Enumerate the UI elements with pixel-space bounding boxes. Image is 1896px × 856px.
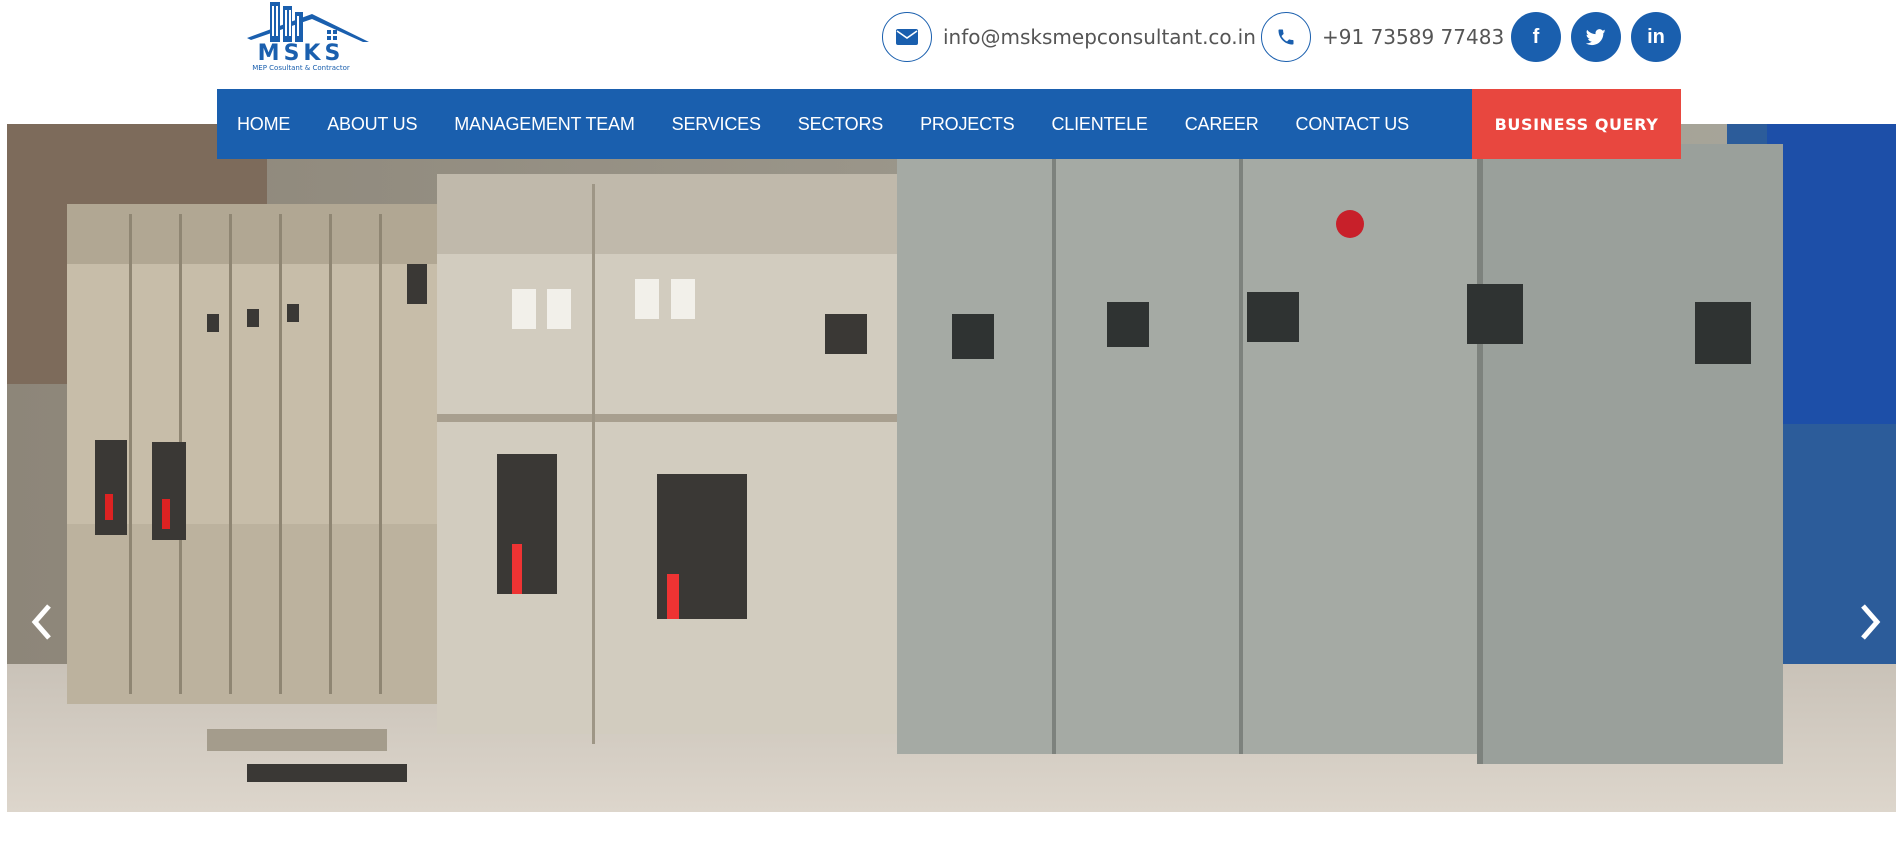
chevron-right-icon[interactable] <box>1851 592 1891 652</box>
email-contact[interactable]: info@msksmepconsultant.co.in <box>882 12 1256 62</box>
phone-icon <box>1261 12 1311 62</box>
hero-image <box>7 124 1896 812</box>
nav-item-sectors[interactable]: SECTORS <box>798 114 883 135</box>
logo-tagline: MEP Cosultant & Contractor <box>252 64 350 72</box>
social-links: f in <box>1511 12 1681 62</box>
business-query-button[interactable]: BUSINESS QUERY <box>1472 89 1681 159</box>
nav-item-projects[interactable]: PROJECTS <box>920 114 1015 135</box>
phone-contact[interactable]: +91 73589 77483 <box>1261 12 1504 62</box>
phone-number[interactable]: +91 73589 77483 <box>1322 25 1504 49</box>
nav-item-services[interactable]: SERVICES <box>672 114 761 135</box>
site-logo[interactable]: MSKS MEP Cosultant & Contractor <box>217 0 387 74</box>
nav-item-clientele[interactable]: CLIENTELE <box>1051 114 1147 135</box>
linkedin-icon[interactable]: in <box>1631 12 1681 62</box>
chevron-left-icon[interactable] <box>21 592 61 652</box>
hero-slider <box>7 124 1896 812</box>
nav-item-management-team[interactable]: MANAGEMENT TEAM <box>454 114 635 135</box>
nav-item-contact-us[interactable]: CONTACT US <box>1296 114 1410 135</box>
twitter-icon[interactable] <box>1571 12 1621 62</box>
facebook-icon[interactable]: f <box>1511 12 1561 62</box>
nav-item-about-us[interactable]: ABOUT US <box>327 114 417 135</box>
email-address[interactable]: info@msksmepconsultant.co.in <box>943 25 1256 49</box>
main-nav: HOME ABOUT US MANAGEMENT TEAM SERVICES S… <box>217 89 1681 159</box>
nav-item-home[interactable]: HOME <box>237 114 290 135</box>
envelope-icon <box>882 12 932 62</box>
nav-item-career[interactable]: CAREER <box>1185 114 1259 135</box>
logo-text: MSKS <box>258 41 345 66</box>
